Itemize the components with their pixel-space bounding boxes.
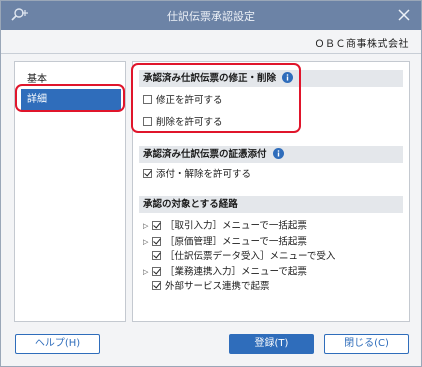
save-button[interactable]: 登録(T) — [229, 334, 314, 354]
section-title: 承認済み仕訳伝票の証憑添付 — [143, 149, 267, 160]
header-divider — [1, 53, 421, 54]
help-button[interactable]: ヘルプ(H) — [15, 334, 100, 354]
route-item[interactable]: ［仕訳伝票データ受入］メニューで受入 — [152, 250, 335, 264]
section-routes-header: 承認の対象とする経路 — [139, 196, 403, 213]
expand-arrow-icon[interactable]: ▷ — [143, 235, 151, 249]
checkbox[interactable] — [152, 220, 161, 230]
close-icon[interactable] — [395, 6, 413, 24]
route-item[interactable]: ▷ ［取引入力］メニューで一括起票 — [143, 219, 307, 233]
close-button[interactable]: 閉じる(C) — [324, 334, 409, 354]
company-name: ＯＢＣ商事株式会社 — [314, 39, 409, 50]
route-label: 外部サービス連携で起票 — [165, 281, 270, 292]
modify-section-highlight — [131, 63, 301, 133]
route-label: ［原価管理］メニューで一括起票 — [165, 236, 307, 248]
checkbox-allow-attach[interactable]: 添付・解除を許可する — [143, 168, 251, 182]
route-label: ［仕訳伝票データ受入］メニューで受入 — [165, 251, 336, 262]
route-label: ［業務連携入力］メニューで起票 — [165, 266, 307, 278]
dialog-window: 仕訳伝票承認設定 ＯＢＣ商事株式会社 基本 詳細 承認済み仕訳伝票の修正・削除 … — [0, 0, 422, 367]
expand-arrow-icon[interactable]: ▷ — [143, 219, 151, 233]
info-icon[interactable] — [272, 148, 284, 159]
section-title: 承認の対象とする経路 — [143, 199, 238, 210]
window-title: 仕訳伝票承認設定 — [167, 10, 255, 23]
checkbox[interactable] — [143, 169, 152, 178]
checkbox[interactable] — [152, 281, 161, 290]
route-label: ［取引入力］メニューで一括起票 — [165, 220, 307, 232]
route-item[interactable]: ▷ ［原価管理］メニューで一括起票 — [143, 235, 307, 249]
expand-arrow-icon[interactable]: ▷ — [143, 265, 151, 279]
checkbox-label: 添付・解除を許可する — [156, 169, 252, 180]
route-item[interactable]: ▷ ［業務連携入力］メニューで起票 — [143, 265, 307, 279]
checkbox[interactable] — [152, 236, 161, 246]
checkbox[interactable] — [152, 266, 161, 276]
checkbox[interactable] — [152, 251, 161, 260]
route-item[interactable]: 外部サービス連携で起票 — [152, 280, 270, 294]
section-attach-header: 承認済み仕訳伝票の証憑添付 — [139, 146, 403, 163]
title-bar: 仕訳伝票承認設定 — [1, 1, 421, 30]
sidebar-highlight — [15, 84, 125, 112]
